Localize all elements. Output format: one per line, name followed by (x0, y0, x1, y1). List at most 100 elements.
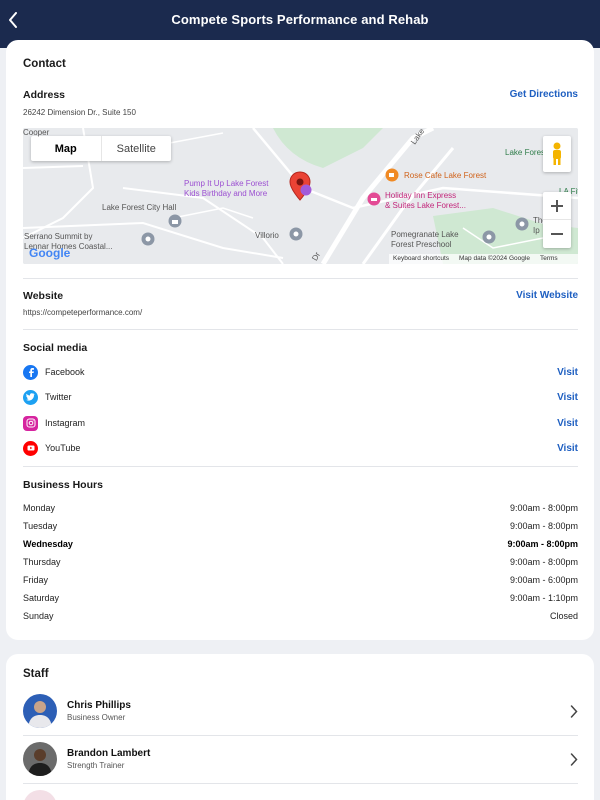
zoom-controls (543, 192, 571, 248)
youtube-visit-link[interactable]: Visit (557, 443, 578, 454)
staff-row[interactable]: Brandon Lambert Strength Trainer (23, 740, 578, 778)
zoom-out-button[interactable] (543, 220, 571, 247)
staff-role: Strength Trainer (67, 761, 125, 770)
business-hours-label: Business Hours (23, 479, 103, 491)
street-view-button[interactable] (543, 136, 571, 172)
poi-pump-it-up-icon (300, 184, 312, 196)
hours-row-wednesday-today: Wednesday 9:00am - 8:00pm (23, 539, 578, 549)
map-label-rose-cafe: Rose Cafe Lake Forest (404, 171, 487, 180)
chevron-left-icon (9, 12, 17, 28)
staff-name: Chris Phillips (67, 700, 131, 711)
avatar (23, 742, 57, 776)
staff-section-title: Staff (23, 668, 49, 680)
map-type-map[interactable]: Map (31, 136, 102, 161)
map-data-text: Map data ©2024 Google (459, 255, 530, 262)
hours-time: 9:00am - 6:00pm (509, 575, 578, 585)
poi-villorio-icon (289, 227, 303, 241)
poi-serrano-icon (141, 232, 155, 246)
map-label-pomegranate: Pomegranate Lake (391, 230, 459, 239)
divider (23, 278, 578, 279)
staff-info: Chris Phillips Business Owner (67, 700, 131, 722)
facebook-visit-link[interactable]: Visit (557, 367, 578, 378)
map-view[interactable]: Map Satellite Cooper Lake Lake Forest LA… (23, 128, 578, 264)
terms-link[interactable]: Terms (540, 254, 558, 264)
staff-card: Staff Chris Phillips Business Owner Bran… (6, 654, 594, 800)
social-name: Instagram (45, 418, 86, 428)
youtube-icon (23, 440, 38, 456)
map-label-lake-forest: Lake Forest (505, 148, 548, 157)
hours-day: Wednesday (23, 539, 73, 549)
hours-day: Tuesday (23, 521, 58, 531)
hours-day: Thursday (23, 557, 61, 567)
get-directions-link[interactable]: Get Directions (510, 89, 578, 100)
visit-website-link[interactable]: Visit Website (516, 290, 578, 301)
staff-info: Brandon Lambert Strength Trainer (67, 748, 150, 770)
hours-time: Closed (549, 611, 578, 621)
social-name: Twitter (45, 392, 72, 402)
twitter-visit-link[interactable]: Visit (557, 392, 578, 403)
social-name: Facebook (45, 367, 85, 377)
page-title: Compete Sports Performance and Rehab (171, 12, 429, 27)
divider (23, 783, 578, 784)
hours-time: 9:00am - 8:00pm (509, 557, 578, 567)
map-label-villorio: Villorio (255, 231, 279, 240)
twitter-icon (23, 389, 38, 405)
avatar (23, 694, 57, 728)
hours-row-sunday: Sunday Closed (23, 611, 578, 621)
social-name: YouTube (45, 443, 81, 453)
staff-row[interactable]: Chris Phillips Business Owner (23, 692, 578, 730)
hours-day: Sunday (23, 611, 54, 621)
map-type-satellite[interactable]: Satellite (102, 136, 172, 161)
hours-day: Saturday (23, 593, 60, 603)
social-row-instagram: Instagram Visit (23, 414, 578, 432)
map-label-serrano: Serrano Summit by (24, 232, 93, 241)
pegman-icon (553, 142, 561, 165)
instagram-visit-link[interactable]: Visit (557, 418, 578, 429)
poi-city-hall-icon (168, 214, 182, 228)
poi-preschool-icon (482, 230, 496, 244)
hours-row-saturday: Saturday 9:00am - 1:10pm (23, 593, 578, 603)
hours-day: Friday (23, 575, 49, 585)
map-label-pump-it-up-sub: Kids Birthday and More (184, 189, 268, 198)
contact-card: Contact Address 26242 Dimension Dr., Sui… (6, 40, 594, 640)
address-label: Address (23, 89, 66, 101)
poi-hotel-icon (367, 192, 381, 206)
poi-cafe-icon (385, 168, 399, 182)
staff-role: Business Owner (67, 713, 126, 722)
avatar (23, 790, 57, 800)
divider (23, 466, 578, 467)
address-value: 26242 Dimension Dr., Suite 150 (23, 108, 136, 117)
hours-time: 9:00am - 1:10pm (509, 593, 578, 603)
map-label-cooper: Cooper (23, 128, 50, 137)
map-label-holiday-inn: Holiday Inn Express (385, 191, 457, 200)
plus-icon (551, 199, 563, 212)
staff-name: Brandon Lambert (67, 748, 151, 759)
hours-row-friday: Friday 9:00am - 6:00pm (23, 575, 578, 585)
chevron-right-icon (570, 704, 578, 718)
google-logo: Google (29, 246, 71, 260)
map-label-city-hall: Lake Forest City Hall (102, 203, 177, 212)
social-row-twitter: Twitter Visit (23, 388, 578, 406)
social-row-facebook: Facebook Visit (23, 363, 578, 381)
hours-time: 9:00am - 8:00pm (507, 539, 578, 549)
social-row-youtube: YouTube Visit (23, 439, 578, 457)
hours-row-monday: Monday 9:00am - 8:00pm (23, 503, 578, 513)
social-media-label: Social media (23, 342, 88, 354)
map-label-pump-it-up: Pump It Up Lake Forest (184, 179, 269, 188)
instagram-icon (23, 415, 38, 431)
divider (23, 329, 578, 330)
zoom-in-button[interactable] (543, 192, 571, 220)
hours-day: Monday (23, 503, 56, 513)
map-label-holiday-inn-sub: & Suites Lake Forest... (385, 201, 466, 210)
keyboard-shortcuts-link[interactable]: Keyboard shortcuts (393, 254, 449, 264)
minus-icon (551, 232, 563, 235)
map-attribution: Keyboard shortcuts Map data ©2024 Google… (389, 254, 578, 264)
map-type-toggle: Map Satellite (31, 136, 171, 161)
contact-section-title: Contact (23, 58, 66, 70)
hours-time: 9:00am - 8:00pm (509, 521, 578, 531)
hours-time: 9:00am - 8:00pm (509, 503, 578, 513)
website-value: https://competeperformance.com/ (23, 308, 143, 317)
back-button[interactable] (0, 4, 26, 36)
website-label: Website (23, 290, 64, 302)
facebook-icon (23, 364, 38, 380)
